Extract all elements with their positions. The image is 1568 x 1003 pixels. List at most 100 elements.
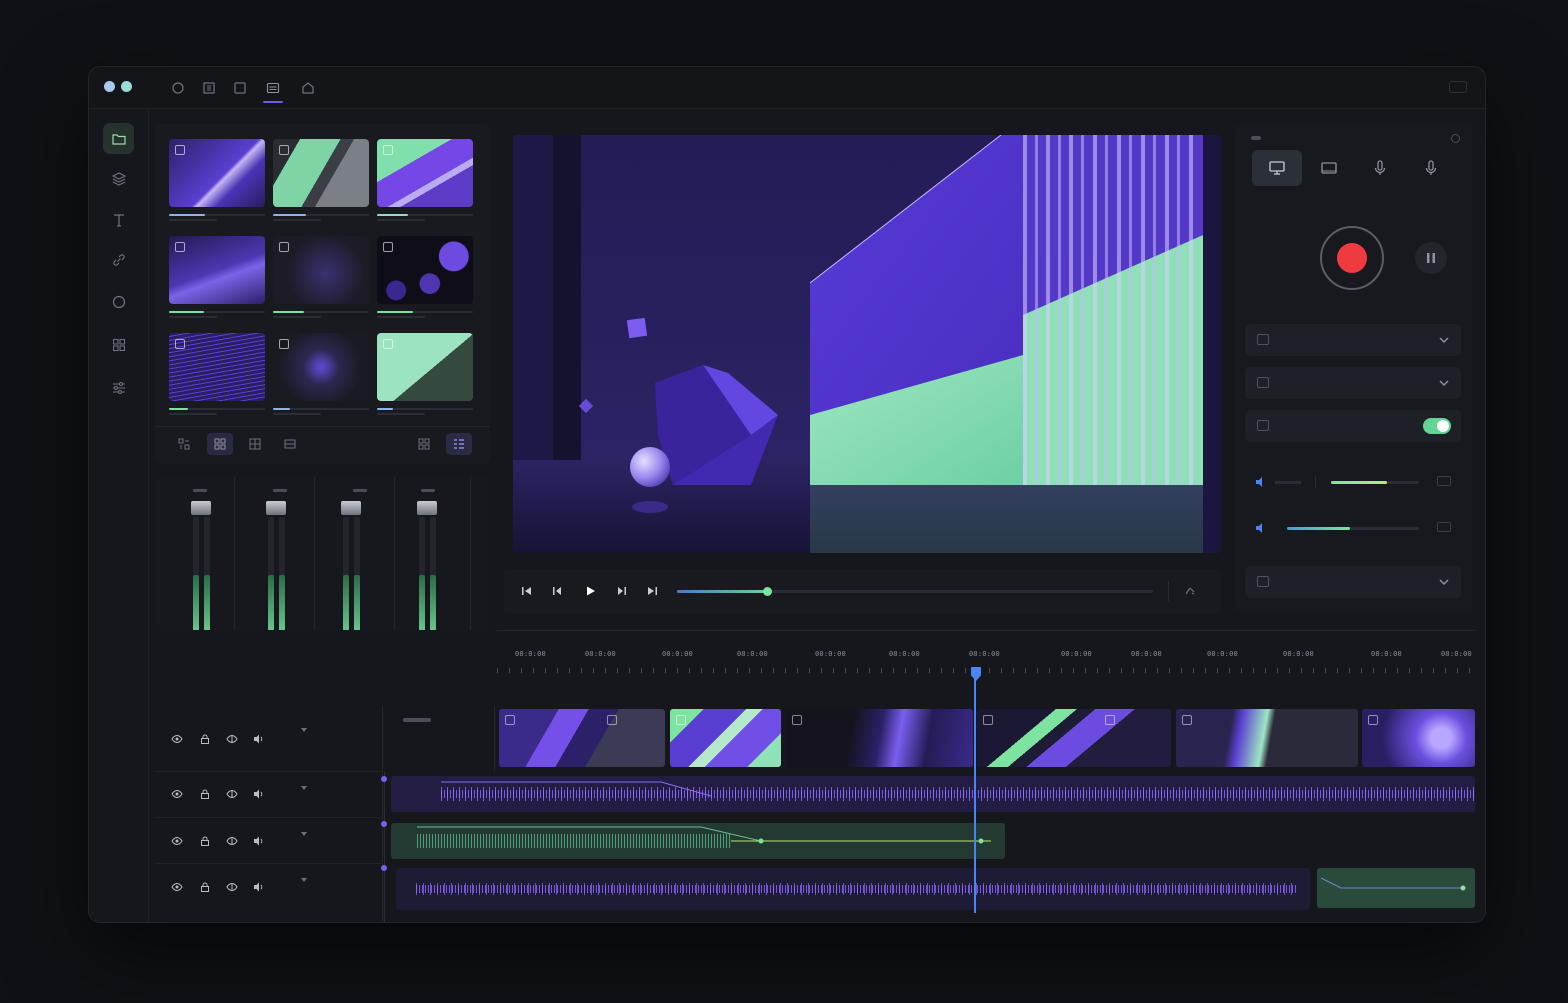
thumb-6[interactable]: [377, 236, 473, 304]
track-expand-icon[interactable]: [301, 786, 307, 790]
solo-icon[interactable]: [225, 732, 239, 746]
thumb-checkbox[interactable]: [279, 339, 289, 349]
keyframe-dot[interactable]: [381, 865, 387, 871]
panel-info-icon[interactable]: [1451, 134, 1460, 143]
speaker-icon[interactable]: [252, 834, 266, 848]
keyframe-dot[interactable]: [381, 821, 387, 827]
fader-handle[interactable]: [191, 501, 211, 515]
thumb-5[interactable]: [273, 236, 369, 304]
system-volume-slider[interactable]: [1287, 527, 1419, 530]
circle-icon[interactable]: [167, 77, 189, 99]
mic-volume-slider[interactable]: [1331, 481, 1419, 484]
loop-icon[interactable]: [1182, 583, 1198, 599]
thumb-1[interactable]: [169, 139, 265, 207]
track-expand-icon[interactable]: [301, 832, 307, 836]
time-ruler[interactable]: 00:0:00 00:0:00 00:0:00 00:0:00 00:0:00 …: [497, 630, 1475, 674]
scrub-bar[interactable]: [677, 587, 1153, 596]
film-icon[interactable]: [198, 77, 220, 99]
record-button[interactable]: [1320, 226, 1384, 290]
eye-icon[interactable]: [170, 880, 184, 894]
thumb-checkbox[interactable]: [279, 242, 289, 252]
speaker-icon[interactable]: [252, 787, 266, 801]
fader-handle[interactable]: [266, 501, 286, 515]
thumb-checkbox[interactable]: [383, 145, 393, 155]
window-dot-close[interactable]: [104, 81, 115, 92]
view-grid-medium-icon[interactable]: [207, 433, 233, 455]
eye-icon[interactable]: [170, 834, 184, 848]
video-clip[interactable]: [1362, 709, 1475, 767]
video-clip[interactable]: [1176, 709, 1358, 767]
camera-toggle[interactable]: [1423, 418, 1451, 434]
audio-clip[interactable]: [396, 868, 1310, 910]
view-grid-large-icon[interactable]: [242, 433, 268, 455]
speaker-icon[interactable]: [252, 880, 266, 894]
thumb-7[interactable]: [169, 333, 265, 401]
settings-icon[interactable]: [1437, 476, 1451, 486]
lock-icon[interactable]: [198, 787, 212, 801]
pause-button[interactable]: [1415, 242, 1447, 274]
settings-icon[interactable]: [1437, 522, 1451, 532]
fader-handle[interactable]: [341, 501, 361, 515]
thumb-checkbox[interactable]: [175, 339, 185, 349]
eye-icon[interactable]: [170, 787, 184, 801]
video-clip[interactable]: [786, 709, 973, 767]
thumb-checkbox[interactable]: [383, 242, 393, 252]
view-filmstrip-icon[interactable]: [277, 433, 303, 455]
view-list-icon[interactable]: [411, 433, 437, 455]
sliders-icon[interactable]: [262, 77, 284, 103]
lock-icon[interactable]: [198, 732, 212, 746]
thumb-3[interactable]: [377, 139, 473, 207]
screen-icon[interactable]: [1304, 150, 1354, 186]
circle-icon[interactable]: [103, 286, 134, 317]
lock-icon[interactable]: [198, 834, 212, 848]
thumb-checkbox[interactable]: [383, 339, 393, 349]
square-icon[interactable]: [229, 77, 251, 99]
monitor-icon[interactable]: [1252, 150, 1302, 186]
step-back-icon[interactable]: [549, 583, 565, 599]
skip-end-icon[interactable]: [644, 583, 660, 599]
thumb-checkbox[interactable]: [175, 242, 185, 252]
lock-icon[interactable]: [198, 880, 212, 894]
step-forward-icon[interactable]: [614, 583, 630, 599]
solo-icon[interactable]: [225, 834, 239, 848]
microphone-icon[interactable]: [1355, 150, 1405, 186]
video-clip[interactable]: [977, 709, 1171, 767]
eye-icon[interactable]: [170, 732, 184, 746]
solo-icon[interactable]: [225, 880, 239, 894]
audio-clip[interactable]: [1317, 868, 1475, 908]
track-expand-icon[interactable]: [301, 878, 307, 882]
audio-clip[interactable]: [391, 823, 1005, 859]
video-clip[interactable]: [499, 709, 665, 767]
grid-icon[interactable]: [103, 329, 134, 360]
track-expand-icon[interactable]: [301, 728, 307, 732]
play-icon[interactable]: [582, 583, 598, 599]
thumb-checkbox[interactable]: [279, 145, 289, 155]
adjust-icon[interactable]: [103, 372, 134, 403]
skip-start-icon[interactable]: [519, 583, 535, 599]
window-menu-icon[interactable]: [1449, 81, 1467, 93]
thumb-checkbox[interactable]: [175, 145, 185, 155]
microphone-alt-icon[interactable]: [1406, 150, 1456, 186]
link-icon[interactable]: [103, 244, 134, 275]
speaker-icon[interactable]: [252, 732, 266, 746]
video-preview[interactable]: [513, 135, 1221, 553]
thumb-9[interactable]: [377, 333, 473, 401]
thumb-2[interactable]: [273, 139, 369, 207]
audio-clip[interactable]: [391, 776, 1475, 812]
fader-handle[interactable]: [417, 501, 437, 515]
solo-icon[interactable]: [225, 787, 239, 801]
video-clip[interactable]: [670, 709, 781, 767]
thumb-8[interactable]: [273, 333, 369, 401]
window-dot-minimize[interactable]: [121, 81, 132, 92]
window-select[interactable]: [1245, 367, 1461, 399]
display-select[interactable]: [1245, 324, 1461, 356]
view-detail-icon[interactable]: [446, 433, 472, 455]
folder-icon[interactable]: [103, 123, 134, 154]
home-icon[interactable]: [297, 77, 319, 99]
text-icon[interactable]: [103, 204, 134, 235]
keyframe-dot[interactable]: [381, 776, 387, 782]
output-select[interactable]: [1245, 566, 1461, 598]
view-grid-small-icon[interactable]: [171, 433, 197, 455]
layers-icon[interactable]: [103, 163, 134, 194]
thumb-4[interactable]: [169, 236, 265, 304]
